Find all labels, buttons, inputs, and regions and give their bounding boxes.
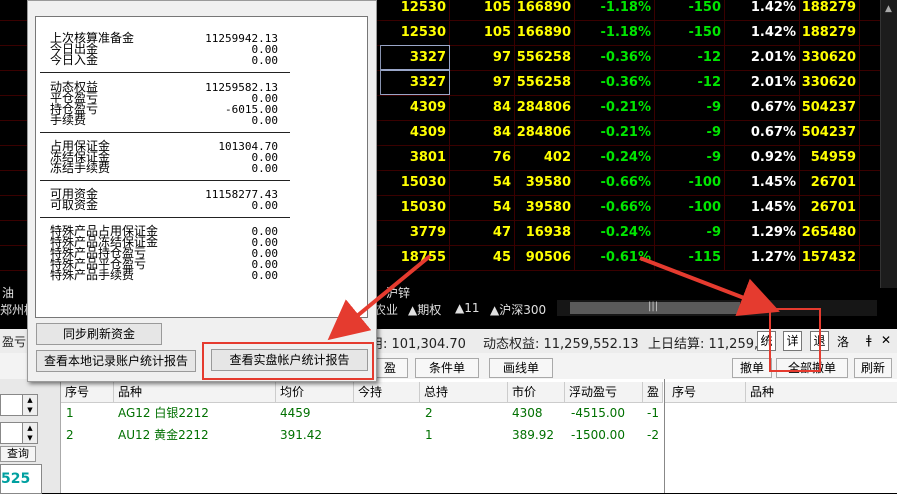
arrow-to-report-button	[327, 254, 432, 341]
arrow-to-detail-button	[639, 256, 780, 317]
annotation-arrows	[327, 254, 780, 341]
